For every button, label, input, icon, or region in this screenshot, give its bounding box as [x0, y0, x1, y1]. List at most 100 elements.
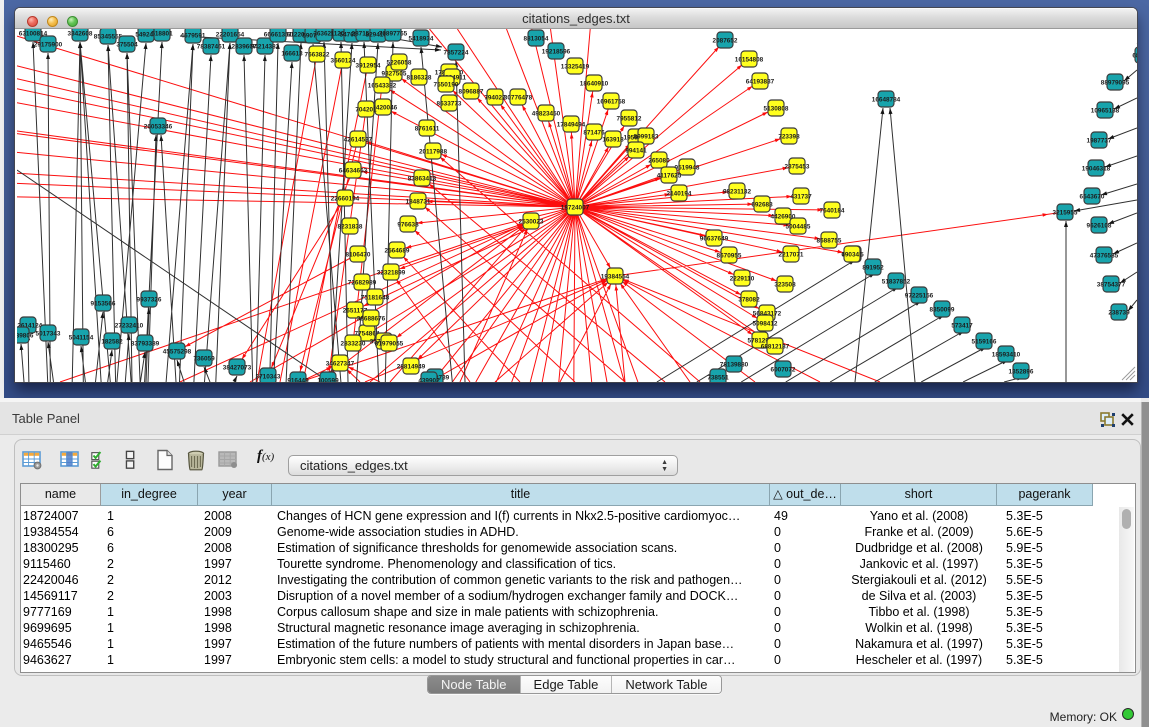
svg-text:75181648: 75181648 — [361, 294, 390, 301]
svg-text:3660124: 3660124 — [331, 57, 356, 64]
svg-text:28814949: 28814949 — [397, 363, 426, 370]
svg-text:573417: 573417 — [951, 322, 973, 329]
svg-text:6543670: 6543670 — [1080, 193, 1105, 200]
svg-text:518801: 518801 — [151, 30, 173, 37]
svg-text:98231132: 98231132 — [723, 188, 752, 195]
svg-text:2530023: 2530023 — [519, 218, 544, 225]
svg-text:5418934: 5418934 — [409, 35, 434, 42]
svg-text:19218596: 19218596 — [542, 48, 571, 55]
svg-text:7955812: 7955812 — [617, 115, 642, 122]
svg-text:38754377: 38754377 — [1097, 281, 1126, 288]
svg-text:2229110: 2229110 — [730, 275, 755, 282]
svg-text:64634663: 64634663 — [339, 167, 368, 174]
svg-text:871476: 871476 — [583, 129, 605, 136]
svg-text:22201654: 22201654 — [216, 31, 245, 38]
svg-text:17849494: 17849494 — [557, 121, 586, 128]
svg-text:68812137: 68812137 — [761, 343, 790, 350]
svg-text:5098412: 5098412 — [753, 320, 778, 327]
svg-text:100599: 100599 — [317, 377, 339, 382]
svg-text:704201: 704201 — [355, 106, 377, 113]
svg-text:994141: 994141 — [625, 147, 647, 154]
svg-text:692683: 692683 — [751, 201, 773, 208]
svg-text:431737: 431737 — [790, 193, 812, 200]
svg-text:22660194: 22660194 — [331, 195, 360, 202]
svg-text:88979095: 88979095 — [1101, 79, 1130, 86]
svg-text:2375453: 2375453 — [785, 163, 810, 170]
svg-text:16648784: 16648784 — [872, 96, 901, 103]
svg-text:70897765: 70897765 — [379, 30, 408, 37]
svg-text:2564689: 2564689 — [385, 247, 410, 254]
svg-text:738551: 738551 — [707, 374, 729, 381]
svg-text:680828: 680828 — [1132, 52, 1137, 59]
svg-text:96637649: 96637649 — [700, 235, 729, 242]
svg-text:6007072: 6007072 — [771, 366, 796, 373]
svg-text:7640184: 7640184 — [820, 207, 845, 214]
svg-text:64193837: 64193837 — [746, 78, 775, 85]
svg-text:38688676: 38688676 — [357, 315, 386, 322]
svg-text:8813054: 8813054 — [524, 35, 549, 42]
svg-text:8688755: 8688755 — [817, 237, 842, 244]
svg-text:29175900: 29175900 — [34, 41, 63, 48]
svg-text:47376585: 47376585 — [1090, 252, 1119, 259]
svg-text:49823450: 49823450 — [532, 110, 561, 117]
svg-text:83793389: 83793389 — [131, 340, 160, 347]
svg-text:16154808: 16154808 — [735, 56, 764, 63]
svg-text:5159166: 5159166 — [972, 338, 997, 345]
svg-text:8670955: 8670955 — [717, 252, 742, 259]
svg-text:16961758: 16961758 — [597, 98, 626, 105]
svg-text:9153566: 9153566 — [91, 300, 116, 307]
svg-text:42614537: 42614537 — [344, 136, 373, 143]
svg-text:1987737: 1987737 — [1087, 137, 1112, 144]
svg-text:78387461: 78387461 — [197, 43, 226, 50]
svg-text:9626108: 9626108 — [1087, 222, 1112, 229]
svg-text:83863413: 83863413 — [408, 175, 437, 182]
svg-text:378082: 378082 — [738, 296, 760, 303]
svg-text:78139880: 78139880 — [720, 361, 749, 368]
svg-text:18593410: 18593410 — [992, 351, 1021, 358]
svg-text:9327505: 9327505 — [382, 70, 407, 77]
svg-text:18724007: 18724007 — [561, 204, 590, 211]
svg-text:182582: 182582 — [101, 338, 123, 345]
svg-text:2833230: 2833230 — [341, 340, 366, 347]
svg-text:8186328: 8186328 — [407, 74, 432, 81]
svg-text:891952: 891952 — [862, 264, 884, 271]
svg-text:32321899: 32321899 — [377, 269, 406, 276]
svg-text:8350099: 8350099 — [930, 306, 955, 313]
svg-text:45575298: 45575298 — [163, 348, 192, 355]
svg-text:439902: 439902 — [418, 377, 440, 382]
svg-text:3710343: 3710343 — [256, 373, 281, 380]
svg-text:16543382: 16543382 — [368, 82, 397, 89]
svg-text:9519948: 9519948 — [675, 164, 700, 171]
svg-text:38427073: 38427073 — [223, 364, 252, 371]
svg-text:30776478: 30776478 — [504, 94, 533, 101]
svg-text:3912954: 3912954 — [356, 62, 381, 69]
svg-text:4679591: 4679591 — [181, 32, 206, 39]
svg-text:20117988: 20117988 — [419, 148, 448, 155]
svg-text:19384554: 19384554 — [601, 273, 630, 280]
svg-text:10965138: 10965138 — [1091, 107, 1120, 114]
svg-text:5226058: 5226058 — [387, 59, 412, 66]
svg-text:5017343: 5017343 — [36, 330, 61, 337]
svg-text:27232410: 27232410 — [115, 322, 144, 329]
svg-text:5130808: 5130808 — [764, 105, 789, 112]
svg-text:4117625: 4117625 — [657, 172, 682, 179]
svg-text:265080: 265080 — [648, 157, 670, 164]
svg-text:323508: 323508 — [774, 281, 796, 288]
svg-text:1352896: 1352896 — [1009, 368, 1034, 375]
svg-text:8096887: 8096887 — [459, 88, 484, 95]
svg-text:2217071: 2217071 — [779, 251, 804, 258]
svg-text:51837852: 51837852 — [882, 278, 911, 285]
svg-text:976638: 976638 — [397, 221, 419, 228]
svg-text:2140194: 2140194 — [667, 190, 692, 197]
svg-text:723398: 723398 — [778, 133, 800, 140]
svg-text:736059: 736059 — [193, 355, 215, 362]
svg-text:8106470: 8106470 — [346, 251, 371, 258]
svg-text:26053346: 26053346 — [144, 123, 173, 130]
svg-text:34627347: 34627347 — [326, 360, 355, 367]
svg-text:7663822: 7663822 — [305, 51, 330, 58]
svg-text:8999183: 8999183 — [634, 133, 659, 140]
svg-text:375504: 375504 — [116, 41, 138, 48]
svg-text:7550190: 7550190 — [434, 81, 459, 88]
svg-text:3342608: 3342608 — [68, 30, 93, 37]
svg-text:9937326: 9937326 — [137, 296, 162, 303]
